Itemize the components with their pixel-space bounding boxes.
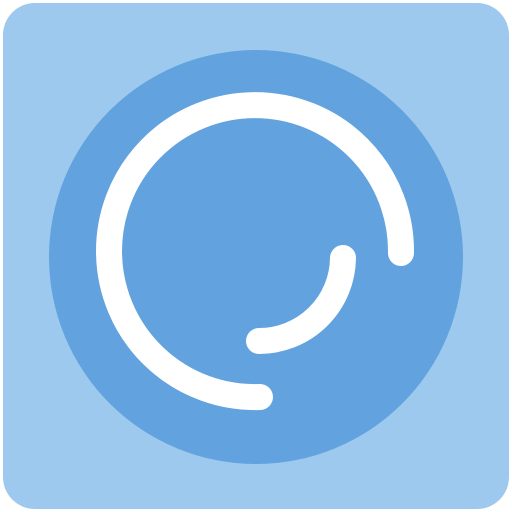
app-icon: [0, 0, 512, 512]
spiral-loader-icon: [3, 3, 509, 509]
